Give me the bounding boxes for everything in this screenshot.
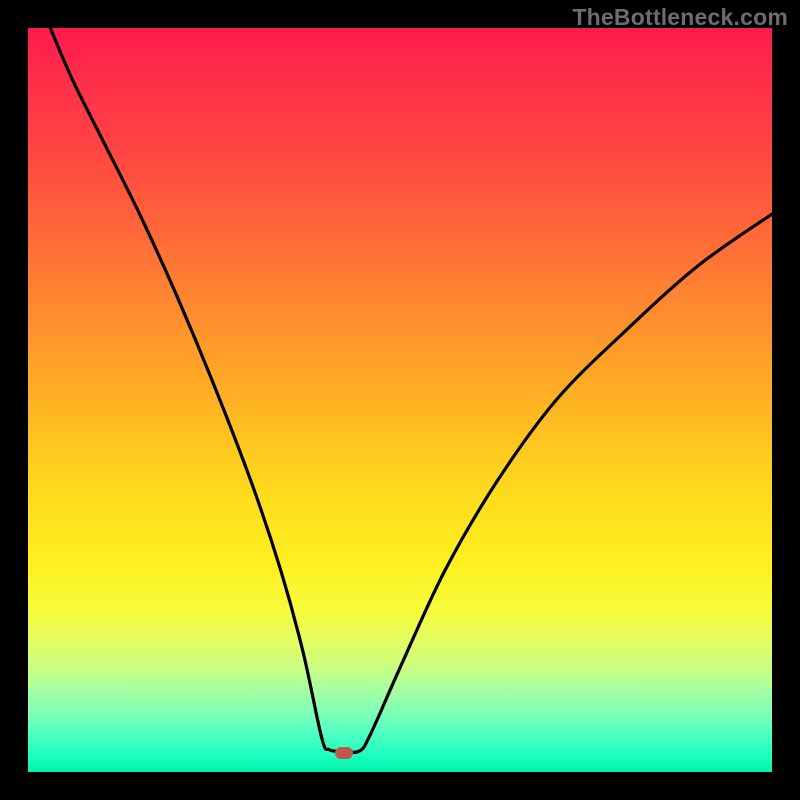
watermark-text: TheBottleneck.com bbox=[572, 4, 788, 31]
optimal-marker bbox=[335, 747, 353, 759]
chart-frame: TheBottleneck.com bbox=[0, 0, 800, 800]
plot-area bbox=[28, 28, 772, 772]
